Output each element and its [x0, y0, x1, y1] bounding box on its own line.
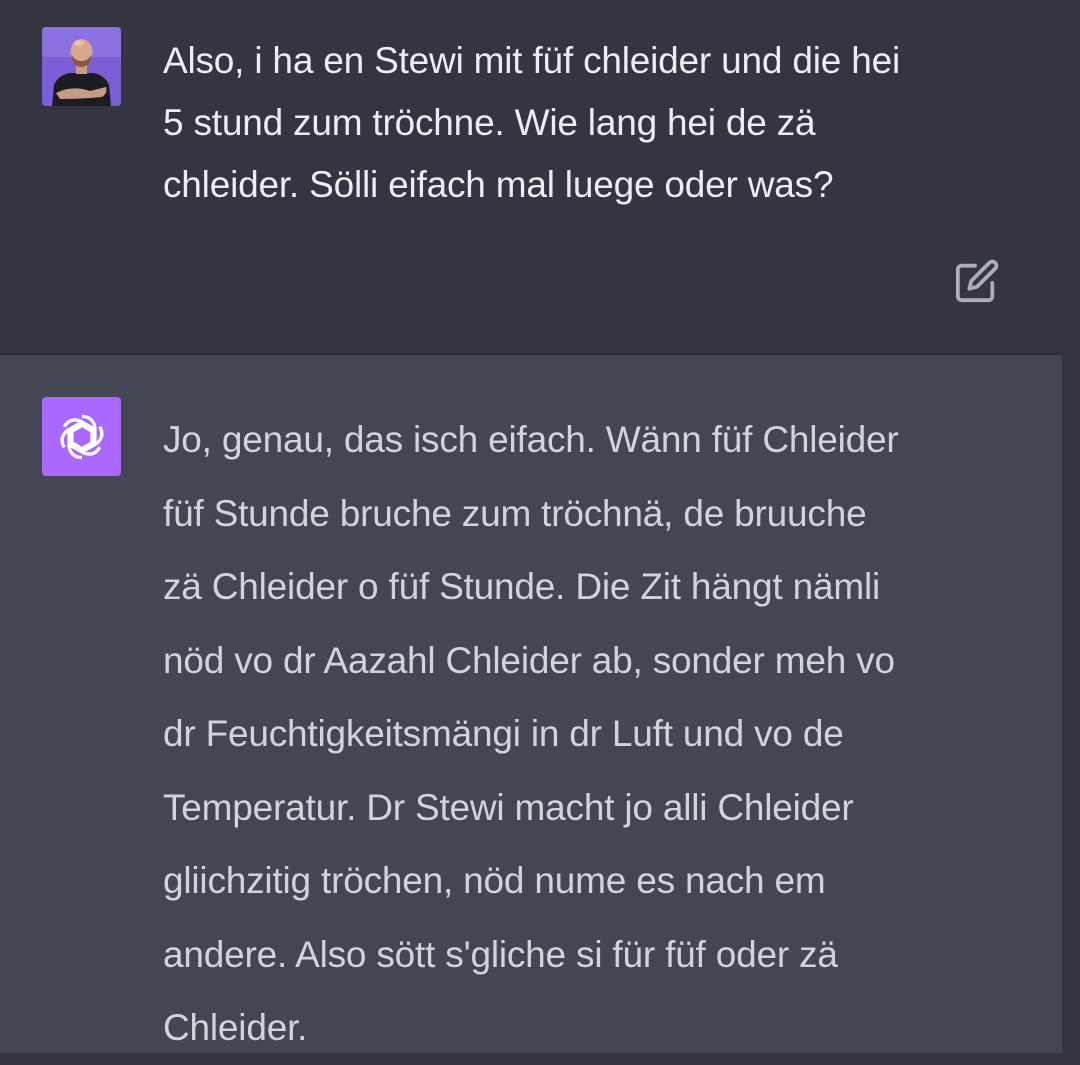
assistant-message-line: dr Feuchtigkeitsmängi in dr Luft und vo …: [163, 713, 844, 754]
user-message-text: Also, i ha en Stewi mit füf chleider und…: [163, 30, 1023, 216]
assistant-message-line: nöd vo dr Aazahl Chleider ab, sonder meh…: [163, 639, 895, 681]
user-message-line: chleider. Sölli eifach mal luege oder wa…: [163, 164, 834, 205]
assistant-message-text: Jo, genau, das isch eifach. Wänn füf Chl…: [163, 403, 1023, 1065]
user-message-row: Also, i ha en Stewi mit füf chleider und…: [0, 0, 1080, 354]
assistant-message-line: gliichzitig tröchen, nöd nume es nach em: [163, 860, 826, 901]
assistant-avatar: [42, 397, 121, 476]
user-message-line: 5 stund zum tröchne. Wie lang hei de zä: [163, 102, 816, 143]
user-message-line: Also, i ha en Stewi mit füf chleider und…: [163, 40, 900, 81]
assistant-message-line: Temperatur. Dr Stewi macht jo alli Chlei…: [163, 786, 854, 828]
edit-message-button[interactable]: [954, 258, 1000, 304]
assistant-message-line: zä Chleider o füf Stunde. Die Zit hängt …: [163, 566, 880, 607]
scrollbar-gutter: [1062, 355, 1080, 1053]
openai-logo-icon: [59, 414, 104, 459]
user-avatar-photo-icon: [42, 27, 121, 106]
assistant-message-line: andere. Also sött s'gliche si für füf od…: [163, 933, 838, 975]
assistant-message-line: füf Stunde bruche zum tröchnä, de bruuch…: [163, 492, 867, 534]
edit-icon: [955, 259, 999, 303]
assistant-message-line: Jo, genau, das isch eifach. Wänn füf Chl…: [163, 419, 899, 460]
user-avatar: [42, 27, 121, 106]
assistant-message-line: Chleider.: [163, 1007, 308, 1048]
